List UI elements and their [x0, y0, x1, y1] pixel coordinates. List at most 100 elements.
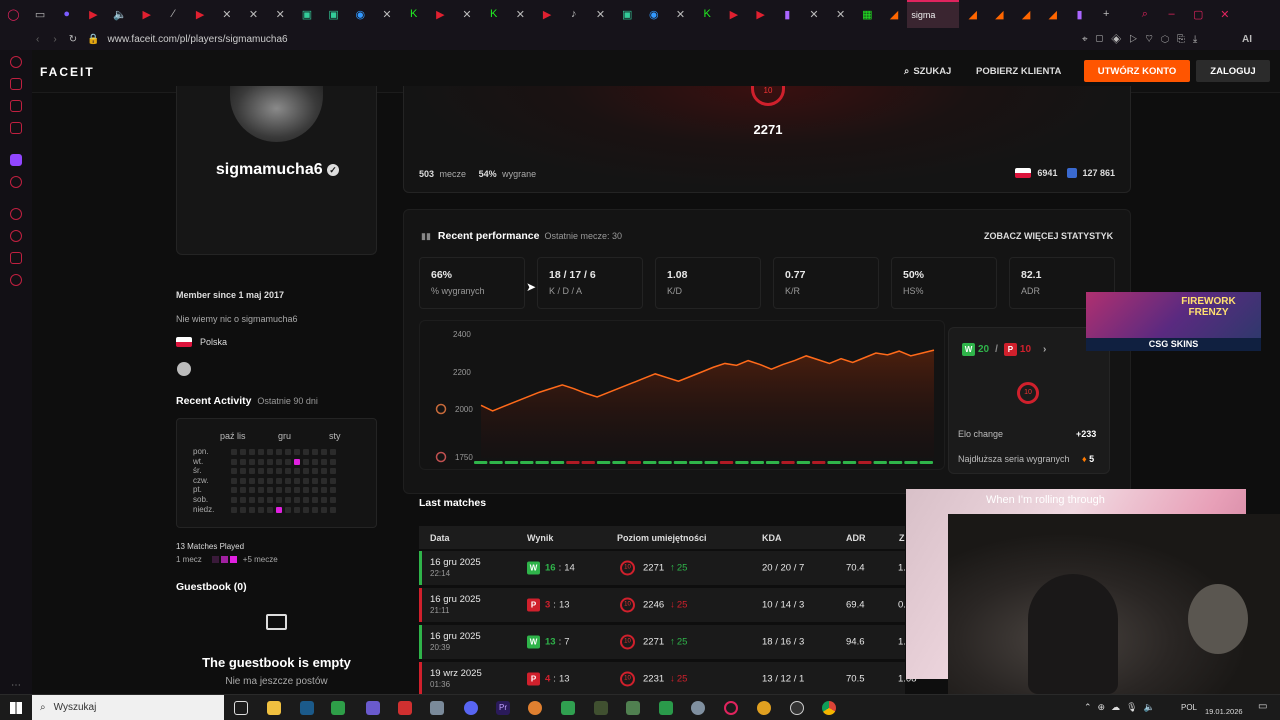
history-icon[interactable]	[10, 230, 22, 242]
match-result-segment[interactable]	[719, 461, 734, 464]
tab[interactable]: ◢	[986, 0, 1013, 28]
tab[interactable]: 🔈	[107, 0, 134, 28]
close-window-icon[interactable]: ✕	[1212, 0, 1239, 28]
tab[interactable]: ▣	[320, 0, 347, 28]
tab[interactable]: ⁄	[160, 0, 187, 28]
match-result-segment[interactable]	[827, 461, 841, 464]
tab[interactable]: ▣	[614, 0, 641, 28]
task-view-icon[interactable]	[234, 701, 248, 715]
app-icon[interactable]	[691, 701, 705, 715]
match-result-segment[interactable]	[704, 461, 718, 464]
match-result-segment[interactable]	[842, 461, 857, 464]
match-result-segment[interactable]	[781, 461, 795, 464]
tab[interactable]: K	[694, 0, 721, 28]
faceit-logo[interactable]: FACEIT	[40, 65, 95, 79]
match-result-segment[interactable]	[627, 461, 642, 464]
tab[interactable]: ✕	[214, 0, 241, 28]
app-icon[interactable]	[398, 701, 412, 715]
tab[interactable]: ▶	[534, 0, 561, 28]
chrome-icon[interactable]	[822, 701, 836, 715]
twitch-icon[interactable]	[10, 154, 22, 166]
settings-icon[interactable]	[10, 274, 22, 286]
back-icon[interactable]: ‹	[36, 34, 39, 45]
tab[interactable]: ▶	[133, 0, 160, 28]
match-result-segment[interactable]	[888, 461, 903, 464]
app-icon[interactable]	[659, 701, 673, 715]
tab[interactable]: ▶	[747, 0, 774, 28]
match-result-segment[interactable]	[612, 461, 626, 464]
table-row[interactable]: 16 gru 2025 20:39 W 13:7 10 2271 ↑ 25 18 / 16 / …	[419, 625, 906, 659]
match-result-segment[interactable]	[504, 461, 519, 464]
match-result-segment[interactable]	[673, 461, 688, 464]
match-result-segment[interactable]	[689, 461, 703, 464]
tab[interactable]: ✕	[827, 0, 854, 28]
app-icon[interactable]	[331, 701, 345, 715]
app-icon[interactable]	[528, 701, 542, 715]
notifications-icon[interactable]: ▭	[1258, 701, 1267, 712]
language-indicator[interactable]: POL	[1181, 703, 1197, 712]
sidebar-icon[interactable]	[10, 252, 22, 264]
more-stats-link[interactable]: ZOBACZ WIĘCEJ STATYSTYK	[984, 231, 1113, 241]
match-result-segment[interactable]	[765, 461, 780, 464]
sidebar-icon[interactable]	[10, 100, 22, 112]
tab[interactable]: ▣	[294, 0, 321, 28]
search-button[interactable]: ⌕ SZUKAJ	[904, 60, 951, 82]
match-result-segment[interactable]	[535, 461, 549, 464]
tab[interactable]: ✕	[267, 0, 294, 28]
tray-icons[interactable]: ⌃⊕☁🎙🔈	[1084, 702, 1161, 713]
download-client-link[interactable]: POBIERZ KLIENTA	[976, 60, 1061, 82]
tab[interactable]: ◢	[1039, 0, 1066, 28]
tab[interactable]: ▦	[854, 0, 881, 28]
search-tabs-icon[interactable]: ⌕	[1132, 0, 1159, 28]
sidebar-icon[interactable]	[10, 56, 22, 68]
match-result-segment[interactable]	[812, 461, 826, 464]
browser-menu-icon[interactable]: ◯	[0, 0, 27, 28]
chevron-right-icon[interactable]: ›	[1043, 344, 1046, 355]
minimize-icon[interactable]: –	[1158, 0, 1185, 28]
discord-icon[interactable]	[464, 701, 478, 715]
premiere-icon[interactable]: Pr	[496, 701, 510, 715]
match-result-segment[interactable]	[566, 461, 580, 464]
match-result-segment[interactable]	[489, 461, 503, 464]
browser-extension-icons[interactable]: ⌖▢◈▷♡⬡⎘⤓	[1082, 34, 1205, 45]
app-icon[interactable]	[626, 701, 640, 715]
clock-date[interactable]: 19.01.2026	[1205, 707, 1243, 716]
tab[interactable]: ◉	[641, 0, 668, 28]
tab[interactable]: ▶	[80, 0, 107, 28]
match-result-segment[interactable]	[873, 461, 887, 464]
sidebar-icon[interactable]	[10, 208, 22, 220]
steam-icon[interactable]	[177, 362, 191, 376]
sidebar-icon[interactable]	[10, 122, 22, 134]
taskbar-search[interactable]: ⌕ Wyszukaj	[32, 695, 224, 720]
tab[interactable]: ✕	[240, 0, 267, 28]
opera-gx-icon[interactable]	[724, 701, 738, 715]
table-row[interactable]: 19 wrz 2025 01:36 P 4:13 10 2231 ↓ 25 13 / 12 / …	[419, 662, 917, 696]
steam-icon[interactable]	[300, 701, 314, 715]
tab[interactable]: ♪	[560, 0, 587, 28]
create-account-button[interactable]: UTWÓRZ KONTO	[1084, 60, 1190, 82]
tab[interactable]: ✕	[507, 0, 534, 28]
login-button[interactable]: ZALOGUJ	[1196, 60, 1270, 82]
app-icon[interactable]	[561, 701, 575, 715]
table-row[interactable]: 16 gru 2025 22:14 W 16:14 10 2271 ↑ 25 20 / 20 /…	[419, 551, 906, 585]
maximize-icon[interactable]: ▢	[1185, 0, 1212, 28]
match-result-segment[interactable]	[520, 461, 534, 464]
tab[interactable]: ◢	[881, 0, 908, 28]
tab[interactable]: ✕	[374, 0, 401, 28]
ad-banner[interactable]: FIREWORK FRENZY CSG SKINS	[1086, 292, 1261, 351]
tab[interactable]: ▮	[1066, 0, 1093, 28]
app-icon[interactable]	[366, 701, 380, 715]
tab[interactable]: ◢	[1013, 0, 1040, 28]
tab[interactable]: ✕	[454, 0, 481, 28]
match-result-segment[interactable]	[750, 461, 764, 464]
sidebar-icon[interactable]	[10, 78, 22, 90]
tab[interactable]: K	[480, 0, 507, 28]
match-result-segment[interactable]	[919, 461, 933, 464]
ai-button[interactable]: AI	[1242, 34, 1252, 45]
app-icon[interactable]	[594, 701, 608, 715]
file-explorer-icon[interactable]	[267, 701, 281, 715]
match-result-segment[interactable]	[550, 461, 565, 464]
match-result-segment[interactable]	[581, 461, 595, 464]
app-icon[interactable]	[430, 701, 444, 715]
tab[interactable]: ✕	[801, 0, 828, 28]
